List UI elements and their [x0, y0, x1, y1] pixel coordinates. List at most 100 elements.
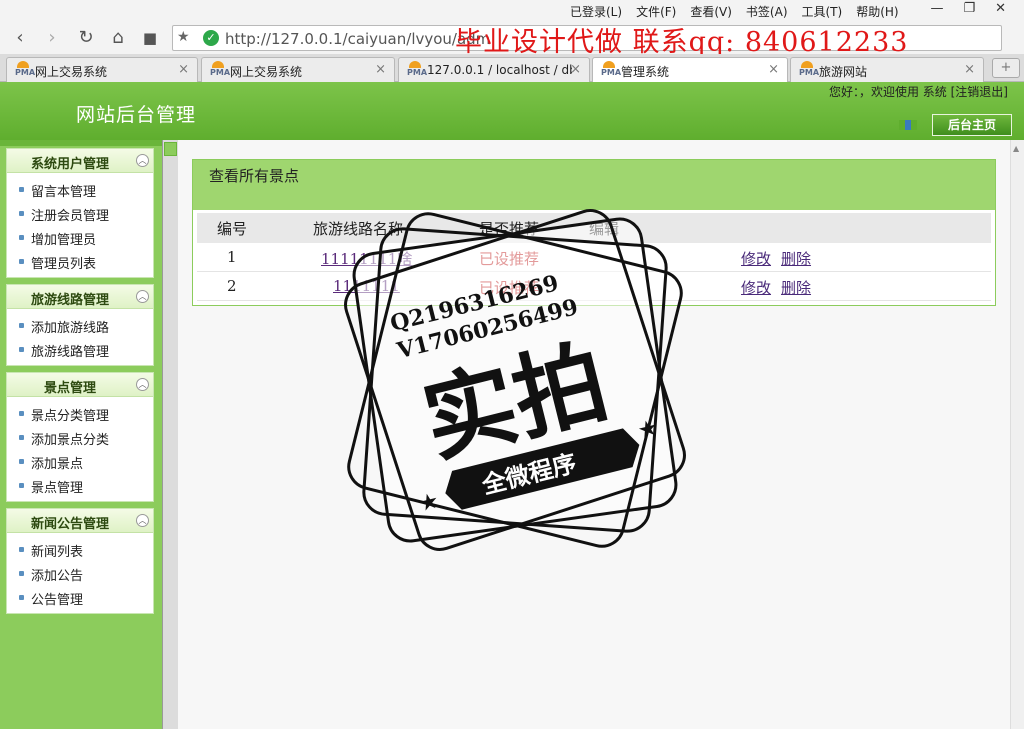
secure-shield-icon: ✓: [203, 30, 219, 46]
sidebar-item-add-notice[interactable]: 添加公告: [7, 561, 153, 585]
minimize-icon[interactable]: —: [930, 1, 943, 16]
sidebar-item-add-route[interactable]: 添加旅游线路: [7, 313, 153, 337]
sidebar-item-news-list[interactable]: 新闻列表: [7, 537, 153, 561]
panel-header: 查看所有景点: [193, 160, 995, 210]
logout-link[interactable]: [注销退出]: [951, 85, 1008, 99]
collapse-icon[interactable]: ︿: [136, 514, 149, 527]
admin-home-button[interactable]: 后台主页: [932, 114, 1012, 136]
main-content: 查看所有景点 编号 旅游线路名称 是否推荐 编辑 1 11111111啥 已设推…: [178, 140, 1010, 729]
edit-link[interactable]: 修改: [741, 248, 771, 269]
bullet-icon: [19, 547, 24, 552]
group-header[interactable]: 景点管理 ︿: [7, 373, 153, 397]
sidebar-item-label: 管理员列表: [31, 257, 97, 272]
sidebar-item-label: 景点分类管理: [31, 409, 110, 424]
new-tab-button[interactable]: +: [992, 58, 1020, 78]
sidebar-item-route-manage[interactable]: 旅游线路管理: [7, 337, 153, 361]
scroll-up-icon[interactable]: ▲: [1013, 144, 1019, 153]
home-icon[interactable]: ⌂: [106, 26, 130, 50]
sidebar-group-news: 新闻公告管理 ︿ 新闻列表 添加公告 公告管理: [6, 508, 154, 614]
back-icon[interactable]: ‹: [8, 26, 32, 50]
admin-brand-title: 网站后台管理: [76, 104, 197, 126]
route-name-link[interactable]: 11111111啥: [321, 248, 412, 269]
pma-icon: PMA: [210, 61, 230, 77]
frame-divider-scrollbar[interactable]: [162, 140, 178, 729]
tab-trade-system-2[interactable]: PMA 网上交易系统 ×: [201, 57, 395, 82]
bullet-icon: [19, 571, 24, 576]
close-window-icon[interactable]: ✕: [995, 1, 1006, 16]
collapse-icon[interactable]: ︿: [136, 378, 149, 391]
sidebar-item-spot-category[interactable]: 景点分类管理: [7, 401, 153, 425]
menu-item-help[interactable]: 帮助(H): [856, 3, 898, 20]
delete-link[interactable]: 删除: [781, 248, 811, 269]
star-icon[interactable]: ★: [177, 29, 190, 45]
close-tab-icon[interactable]: ×: [570, 62, 581, 77]
reload-icon[interactable]: ↻: [74, 26, 98, 50]
sidebar-item-add-spot-category[interactable]: 添加景点分类: [7, 425, 153, 449]
close-tab-icon[interactable]: ×: [375, 62, 386, 77]
bullet-icon: [19, 347, 24, 352]
sidebar-toggle-icon[interactable]: [897, 118, 919, 132]
sidebar-item-add-spot[interactable]: 添加景点: [7, 449, 153, 473]
bullet-icon: [19, 187, 24, 192]
route-name-link[interactable]: 1111111: [333, 277, 400, 295]
recommend-status: 已设推荐: [479, 250, 540, 268]
close-tab-icon[interactable]: ×: [178, 62, 189, 77]
tab-title: 网上交易系统: [230, 65, 303, 79]
group-header[interactable]: 旅游线路管理 ︿: [7, 285, 153, 309]
browser-menu: 已登录(L) 文件(F) 查看(V) 书签(A) 工具(T) 帮助(H): [570, 3, 899, 20]
delete-link[interactable]: 删除: [781, 277, 811, 298]
forward-icon[interactable]: ›: [40, 26, 64, 50]
tab-title: 管理系统: [621, 65, 670, 79]
sidebar-item-admin-list[interactable]: 管理员列表: [7, 249, 153, 273]
sidebar-item-label: 添加公告: [31, 569, 84, 584]
tab-travel-site[interactable]: PMA 旅游网站 ×: [790, 57, 984, 82]
bullet-icon: [19, 411, 24, 416]
group-title: 新闻公告管理: [30, 517, 109, 532]
column-header-recommend: 是否推荐: [479, 220, 540, 238]
menu-item-tools[interactable]: 工具(T): [802, 3, 843, 20]
edit-link[interactable]: 修改: [741, 277, 771, 298]
column-header-edit: 编辑: [589, 220, 620, 238]
sidebar-item-label: 添加景点分类: [31, 433, 110, 448]
group-title: 系统用户管理: [30, 157, 109, 172]
close-tab-icon[interactable]: ×: [964, 62, 975, 77]
collapse-icon[interactable]: ︿: [136, 290, 149, 303]
table-row: 1 11111111啥 已设推荐 修改 删除: [197, 243, 991, 272]
window-controls: — ❐ ✕: [930, 1, 1006, 16]
sidebar-group-spots: 景点管理 ︿ 景点分类管理 添加景点分类 添加景点 景点管理: [6, 372, 154, 502]
close-tab-icon[interactable]: ×: [768, 62, 779, 77]
url-text[interactable]: http://127.0.0.1/caiyuan/lvyou/adm: [225, 30, 490, 48]
collapse-icon[interactable]: ︿: [136, 154, 149, 167]
browser-menubar: 已登录(L) 文件(F) 查看(V) 书签(A) 工具(T) 帮助(H) — ❐…: [0, 0, 1024, 22]
page-scrollbar[interactable]: ▲: [1010, 140, 1024, 729]
sidebar-item-label: 添加景点: [31, 457, 84, 472]
sidebar-item-spot-manage[interactable]: 景点管理: [7, 473, 153, 497]
group-title: 旅游线路管理: [30, 293, 109, 308]
tab-trade-system-1[interactable]: PMA 网上交易系统 ×: [6, 57, 198, 82]
menu-item-login[interactable]: 已登录(L): [570, 3, 622, 20]
table-row: 2 1111111 已设推荐 修改 删除: [197, 272, 991, 301]
tab-phpmyadmin[interactable]: PMA 127.0.0.1 / localhost / db_lvy ×: [398, 57, 590, 82]
bullet-icon: [19, 483, 24, 488]
tab-admin-system[interactable]: PMA 管理系统 ×: [592, 57, 788, 83]
sidebar-item-guestbook[interactable]: 留言本管理: [7, 177, 153, 201]
scroll-thumb[interactable]: [164, 142, 177, 156]
bullet-icon: [19, 435, 24, 440]
spots-panel: 查看所有景点 编号 旅游线路名称 是否推荐 编辑 1 11111111啥 已设推…: [192, 159, 996, 306]
panel-title: 查看所有景点: [209, 167, 300, 185]
row-id: 1: [227, 248, 237, 266]
sidebar-item-label: 增加管理员: [31, 233, 97, 248]
group-header[interactable]: 新闻公告管理 ︿: [7, 509, 153, 533]
sidebar-item-notice-manage[interactable]: 公告管理: [7, 585, 153, 609]
bookmark-icon[interactable]: ■: [138, 26, 162, 50]
sidebar-item-members[interactable]: 注册会员管理: [7, 201, 153, 225]
menu-item-bookmarks[interactable]: 书签(A): [746, 3, 788, 20]
menu-item-file[interactable]: 文件(F): [636, 3, 676, 20]
admin-header: 网站后台管理 您好：，欢迎使用 系统 [注销退出] 后台主页: [0, 82, 1024, 140]
column-header-id: 编号: [217, 220, 248, 238]
sidebar-group-routes: 旅游线路管理 ︿ 添加旅游线路 旅游线路管理: [6, 284, 154, 366]
sidebar-item-add-admin[interactable]: 增加管理员: [7, 225, 153, 249]
group-header[interactable]: 系统用户管理 ︿: [7, 149, 153, 173]
restore-icon[interactable]: ❐: [963, 1, 975, 16]
menu-item-view[interactable]: 查看(V): [690, 3, 732, 20]
